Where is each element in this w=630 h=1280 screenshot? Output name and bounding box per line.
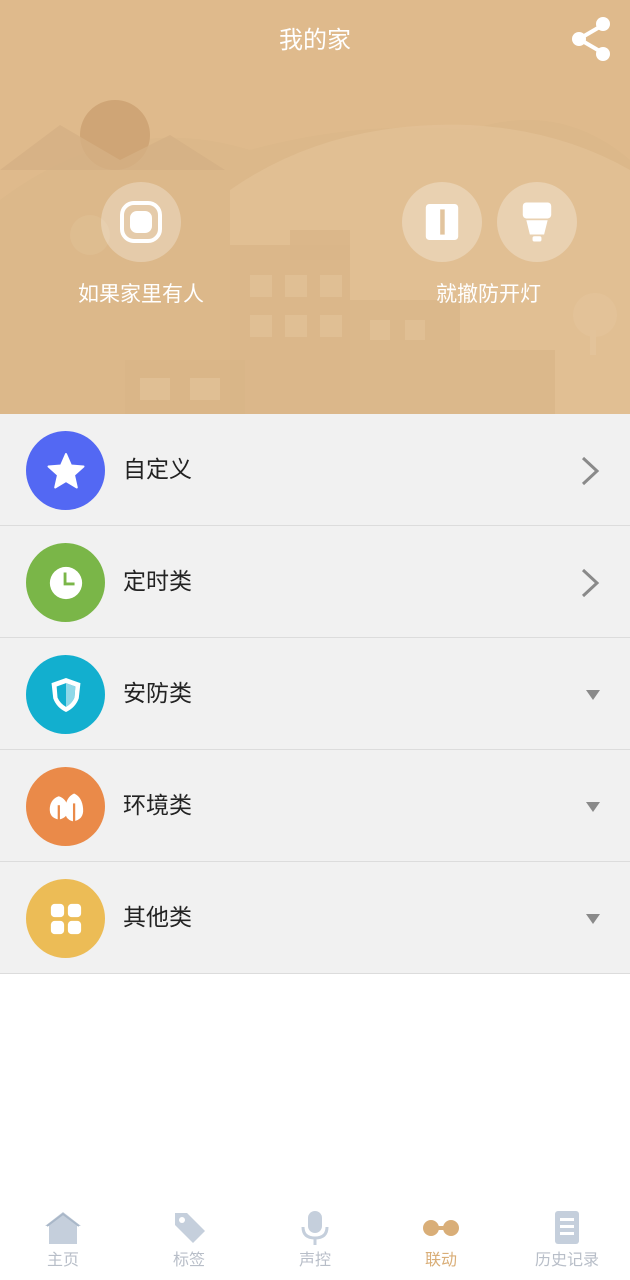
category-row-environment[interactable]: 环境类	[0, 750, 630, 862]
category-icon-badge	[26, 879, 105, 958]
tab-label: 历史记录	[534, 1250, 599, 1269]
chevron-right-icon	[581, 456, 600, 486]
tag-icon	[175, 1213, 205, 1243]
category-label: 自定义	[123, 457, 192, 483]
category-label: 安防类	[123, 681, 192, 707]
trees-icon	[49, 793, 83, 823]
shield-icon	[51, 677, 80, 712]
home-icon	[45, 1212, 81, 1244]
link-icon	[423, 1220, 459, 1236]
clock-icon	[49, 566, 82, 599]
share-icon[interactable]	[570, 14, 614, 64]
tab-label: 主页	[46, 1250, 79, 1269]
tab-label: 联动	[424, 1250, 457, 1269]
tab-history[interactable]: 历史记录	[504, 1196, 630, 1280]
action-light-button[interactable]	[497, 182, 577, 262]
triangle-down-icon	[586, 802, 600, 812]
star-icon	[47, 452, 84, 488]
page: { "header": { "title": "我的家", "share_ico…	[0, 0, 630, 1280]
condition-device-button[interactable]	[101, 182, 181, 262]
document-icon	[555, 1211, 579, 1244]
bottom-tab-bar: 主页 标签 声控 联动 历史记录	[0, 1196, 630, 1280]
triangle-down-icon	[586, 690, 600, 700]
chevron-right-icon	[581, 568, 600, 598]
page-title: 我的家	[279, 26, 351, 54]
tab-label: 标签	[172, 1250, 205, 1269]
bulb-icon	[522, 202, 552, 242]
category-icon-badge	[26, 767, 105, 846]
tab-home[interactable]: 主页	[0, 1196, 126, 1280]
scene-header: 我的家 如果家里有人 就撤防开灯	[0, 0, 630, 414]
action-door-sensor-button[interactable]	[402, 182, 482, 262]
sensor-square-icon	[120, 201, 162, 243]
category-row-timer[interactable]: 定时类	[0, 526, 630, 638]
category-row-custom[interactable]: 自定义	[0, 414, 630, 526]
tab-linkage[interactable]: 联动	[378, 1196, 504, 1280]
category-label: 其他类	[123, 905, 192, 931]
category-row-security[interactable]: 安防类	[0, 638, 630, 750]
door-sensor-icon	[425, 204, 459, 240]
category-icon-badge	[26, 431, 105, 510]
tab-label: 声控	[298, 1250, 331, 1269]
category-icon-badge	[26, 655, 105, 734]
tab-voice[interactable]: 声控	[252, 1196, 378, 1280]
microphone-icon	[301, 1211, 329, 1245]
category-icon-badge	[26, 543, 105, 622]
condition-label: 如果家里有人	[78, 282, 204, 306]
grid-icon	[50, 903, 81, 934]
category-list: 自定义 定时类 安防类 环境类 其他类	[0, 414, 630, 974]
triangle-down-icon	[586, 914, 600, 924]
category-label: 环境类	[123, 793, 192, 819]
category-label: 定时类	[123, 569, 192, 595]
action-label: 就撤防开灯	[436, 282, 541, 306]
tab-tags[interactable]: 标签	[126, 1196, 252, 1280]
category-row-other[interactable]: 其他类	[0, 862, 630, 974]
